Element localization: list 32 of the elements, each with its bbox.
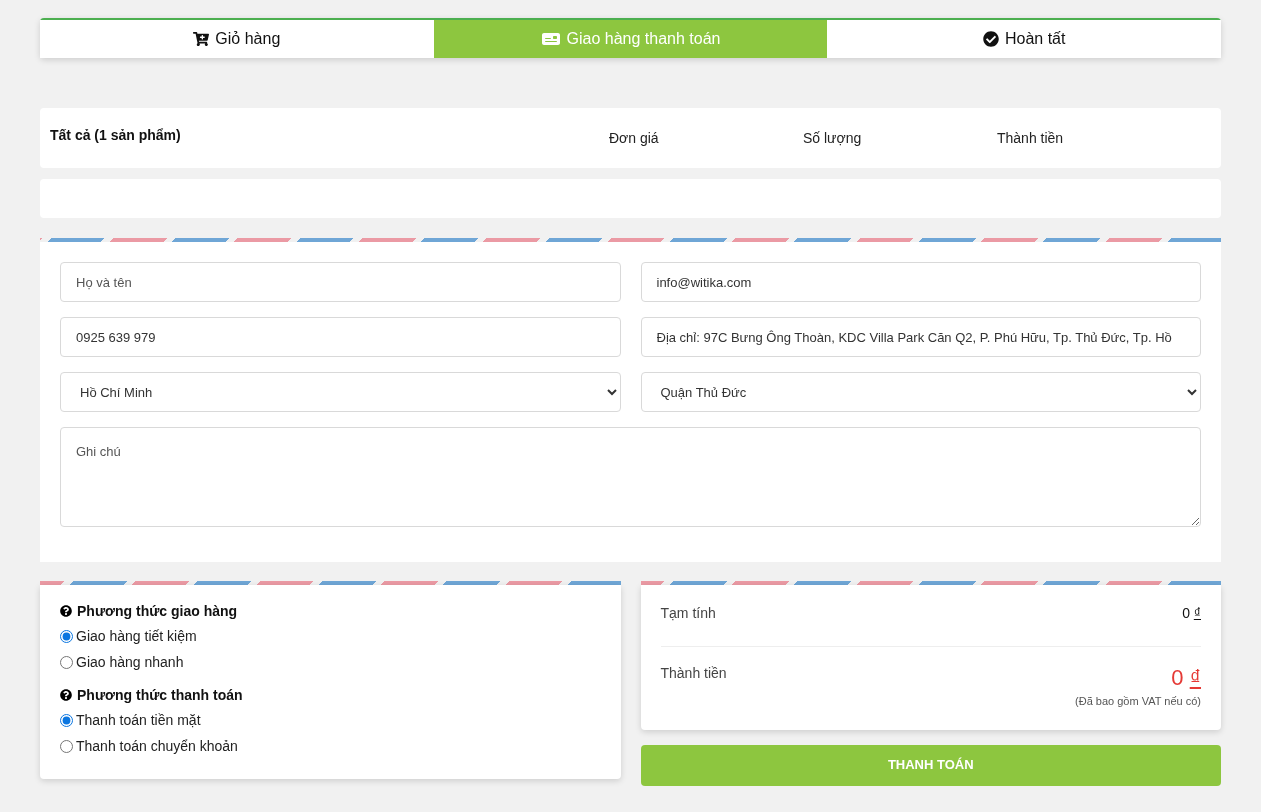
vat-note: (Đã bao gồm VAT nếu có) bbox=[1075, 694, 1201, 709]
name-field[interactable]: Họ và tên bbox=[60, 262, 621, 302]
total-label: Thành tiền bbox=[660, 664, 727, 683]
city-select[interactable]: Hồ Chí Minh bbox=[60, 372, 621, 412]
radio-button[interactable] bbox=[60, 655, 73, 669]
email-field[interactable]: info@witika.com bbox=[640, 262, 1201, 302]
step-tab[interactable]: Giỏ hàng bbox=[40, 20, 434, 58]
option-group-title: Phương thức thanh toán bbox=[77, 685, 243, 705]
question-icon bbox=[60, 605, 72, 617]
radio-button[interactable] bbox=[60, 713, 73, 727]
all-products-label: Tất cả (1 sản phẩm) bbox=[50, 125, 182, 145]
subtotal-amount: 0 ₫ bbox=[1182, 604, 1201, 623]
card-icon bbox=[540, 31, 561, 47]
radio-button[interactable] bbox=[60, 629, 73, 643]
step-tab[interactable]: Hoàn tất bbox=[827, 20, 1221, 58]
phone-field[interactable]: 0925 639 979 bbox=[60, 317, 621, 357]
column-heading: Đơn giá bbox=[609, 128, 660, 148]
note-field[interactable]: Ghi chú bbox=[60, 427, 1201, 527]
column-heading: Thành tiền bbox=[997, 128, 1065, 148]
cart-icon bbox=[193, 31, 210, 47]
address-field[interactable]: Địa chỉ: 97C Bưng Ông Thoàn, KDC Villa Park Căn Q2, P. Phú Hữu, Tp. Thủ Đức, Tp. Hồ bbox=[640, 317, 1201, 357]
option-group-title: Phương thức giao hàng bbox=[77, 601, 238, 621]
radio-label[interactable]: Thanh toán chuyển khoản bbox=[76, 735, 238, 757]
radio-label[interactable]: Thanh toán tiền mặt bbox=[76, 709, 201, 731]
radio-label[interactable]: Giao hàng tiết kiệm bbox=[76, 625, 197, 647]
total-amount: 0 ₫ bbox=[1171, 664, 1201, 692]
district-select[interactable]: Quận Thủ Đức bbox=[640, 372, 1201, 412]
column-heading: Số lượng bbox=[803, 128, 863, 148]
radio-label[interactable]: Giao hàng nhanh bbox=[76, 651, 184, 673]
radio-button[interactable] bbox=[60, 739, 73, 753]
question-icon bbox=[60, 689, 72, 701]
subtotal-label: Tạm tính bbox=[660, 604, 716, 623]
